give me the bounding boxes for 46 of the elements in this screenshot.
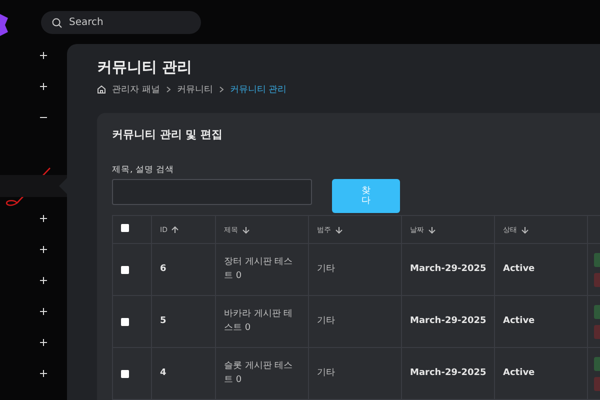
table-cell-text: 6 bbox=[160, 262, 166, 276]
table-cell-text: 기타 bbox=[317, 262, 335, 276]
checkbox[interactable] bbox=[121, 370, 129, 378]
chevron-icon bbox=[218, 86, 224, 93]
table-cell-text: Active bbox=[503, 366, 535, 380]
search-icon bbox=[52, 18, 62, 28]
expand-icon[interactable] bbox=[40, 308, 46, 315]
sort-down-icon[interactable] bbox=[428, 226, 436, 234]
breadcrumb-link[interactable]: 관리자 패널 bbox=[112, 83, 160, 96]
expand-icon[interactable] bbox=[40, 83, 46, 90]
sort-up-icon[interactable] bbox=[171, 226, 180, 234]
table-cell-text: March-29-2025 bbox=[410, 314, 486, 328]
table-cell-text: 5 bbox=[160, 314, 166, 328]
expand-icon[interactable] bbox=[40, 277, 46, 284]
expand-icon[interactable] bbox=[40, 370, 46, 377]
checkbox[interactable] bbox=[121, 318, 129, 326]
table-cell-text: Active bbox=[503, 262, 535, 276]
table-cell-text: 바카라 게시판 테스트 0 bbox=[224, 308, 294, 334]
card-title: 커뮤니티 관리 및 편집 bbox=[112, 127, 224, 142]
table-cell-text: March-29-2025 bbox=[410, 262, 486, 276]
checkbox[interactable] bbox=[121, 224, 129, 232]
field-label: 제목, 설명 검색 bbox=[112, 164, 176, 176]
expand-icon[interactable] bbox=[40, 339, 46, 346]
table-cell-text: 기타 bbox=[317, 314, 335, 328]
table-cell-text: 4 bbox=[160, 366, 166, 380]
expand-icon[interactable] bbox=[40, 215, 46, 222]
search-input-field[interactable] bbox=[112, 179, 312, 205]
table-cell-text: March-29-2025 bbox=[410, 366, 486, 380]
checkbox[interactable] bbox=[121, 266, 129, 274]
expand-icon[interactable] bbox=[40, 246, 46, 253]
sort-down-icon[interactable] bbox=[335, 226, 343, 234]
expand-icon[interactable] bbox=[40, 52, 46, 59]
sort-down-icon[interactable] bbox=[242, 226, 250, 234]
chevron-icon bbox=[166, 86, 171, 93]
sort-down-icon[interactable] bbox=[521, 226, 529, 234]
home-icon bbox=[97, 85, 106, 94]
breadcrumb-link[interactable]: 커뮤니티 bbox=[176, 83, 213, 96]
logo-icon bbox=[0, 14, 8, 36]
page-title: 커뮤니티 관리 bbox=[97, 58, 194, 77]
collapse-icon[interactable] bbox=[40, 114, 46, 121]
table-cell-text: 장터 게시판 테스트 0 bbox=[224, 256, 294, 282]
table-cell-text: 기타 bbox=[317, 366, 335, 380]
search-field[interactable]: Search bbox=[41, 10, 201, 34]
table-cell-text: Active bbox=[503, 314, 535, 328]
table-cell-text: 슬롯 게시판 테스트 0 bbox=[224, 360, 294, 386]
breadcrumb-link[interactable]: 커뮤니티 관리 bbox=[230, 83, 287, 96]
